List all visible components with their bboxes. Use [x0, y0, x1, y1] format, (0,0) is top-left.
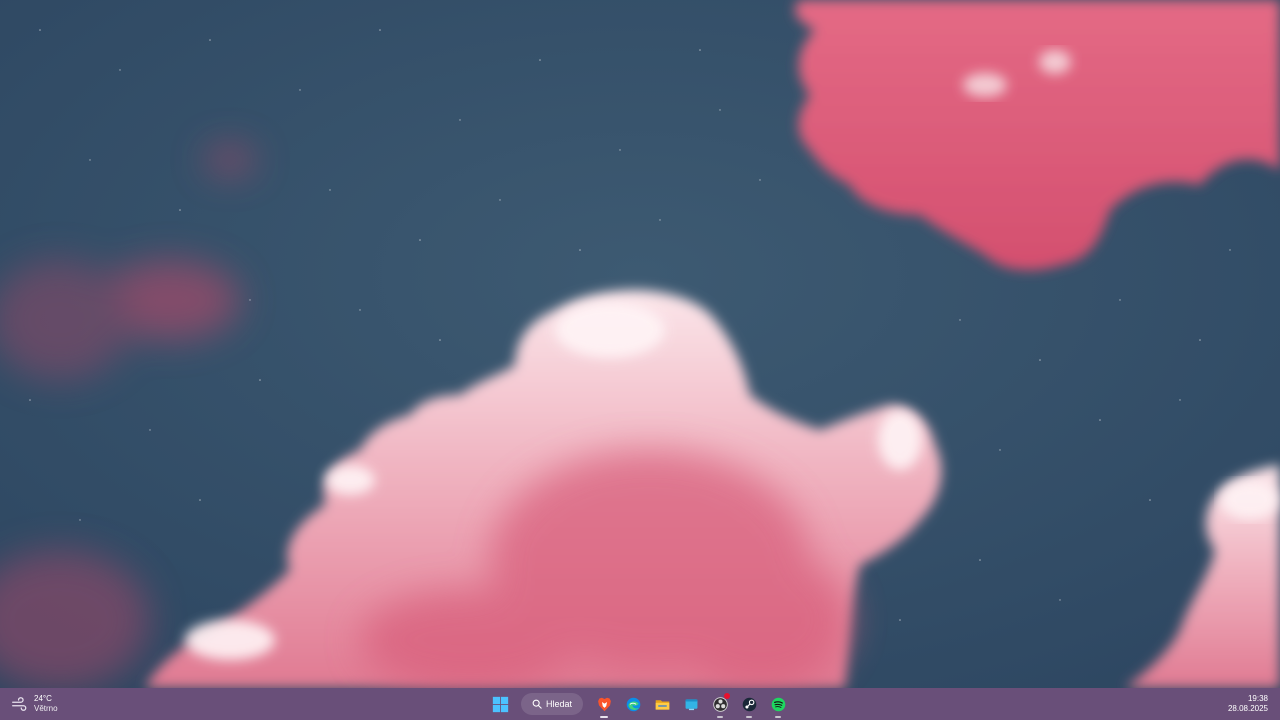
taskbar-center: Hledat — [488, 691, 790, 718]
taskbar: 24°C Větrno Hledat 19:38 28.08.2025 — [0, 688, 1280, 720]
taskbar-app-steam[interactable] — [737, 692, 761, 718]
running-indicator — [775, 716, 781, 718]
running-indicator — [746, 716, 752, 718]
weather-condition: Větrno — [34, 704, 58, 713]
clock-time: 19:38 — [1247, 694, 1268, 703]
system-clock[interactable]: 19:38 28.08.2025 — [1228, 694, 1268, 714]
weather-widget[interactable]: 24°C Větrno — [10, 693, 58, 715]
weather-temperature: 24°C — [34, 694, 52, 703]
search-label: Hledat — [545, 699, 572, 709]
edge-icon — [626, 697, 640, 711]
running-indicator — [717, 716, 723, 718]
spotify-icon — [771, 697, 785, 711]
wind-icon — [12, 697, 27, 711]
taskbar-app-file-explorer[interactable] — [650, 692, 674, 716]
taskbar-app-spotify[interactable] — [766, 692, 790, 718]
window-icon — [685, 698, 697, 710]
running-indicator — [600, 716, 608, 718]
windows-start-icon — [492, 696, 508, 712]
taskbar-app-window[interactable] — [679, 692, 703, 716]
taskbar-app-brave[interactable] — [592, 692, 616, 718]
steam-icon — [742, 697, 756, 711]
taskbar-app-obs[interactable] — [708, 692, 732, 718]
desktop-wallpaper — [0, 0, 1280, 688]
taskbar-app-edge[interactable] — [621, 692, 645, 716]
search-icon — [532, 699, 542, 709]
brave-icon — [597, 697, 611, 711]
search-box[interactable]: Hledat — [521, 693, 583, 715]
start-button[interactable] — [488, 692, 512, 716]
clock-date: 28.08.2025 — [1227, 704, 1268, 713]
cloud-wallpaper — [0, 0, 1280, 688]
notification-badge — [724, 693, 730, 699]
folder-icon — [655, 699, 669, 710]
